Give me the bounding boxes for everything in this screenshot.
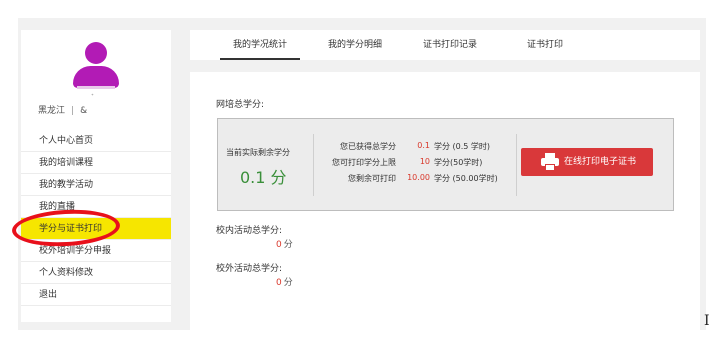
text-cursor-icon: I (704, 313, 710, 329)
total-credits-label: 网培总学分: (216, 100, 265, 110)
outside-credits-value: 0 (276, 278, 282, 288)
earned-credits-label: 您已获得总学分 (340, 142, 396, 151)
school-credits-value: 0 (276, 240, 282, 250)
printable-remaining-unit: 学分 (50.00学时) (434, 174, 498, 183)
avatar-head (85, 42, 107, 64)
user-info: 黑龙江 | & (38, 103, 87, 116)
avatar-underline (77, 86, 115, 89)
user-separator: | (71, 106, 75, 116)
tab-print-records[interactable]: 证书打印记录 (410, 30, 490, 60)
printable-remaining-value: 10.00 (407, 173, 430, 182)
print-certificate-button[interactable]: 在线打印电子证书 (521, 148, 653, 176)
printable-remaining-label: 您剩余可打印 (348, 174, 396, 183)
print-limit-row: 您可打印学分上限 10 学分(50学时) (306, 157, 516, 169)
sidebar-item-profile[interactable]: 个人资料修改 (21, 262, 171, 284)
print-limit-label: 您可打印学分上限 (332, 158, 396, 167)
sidebar-item-logout[interactable]: 退出 (21, 284, 171, 306)
tab-study-stats[interactable]: 我的学况统计 (220, 30, 300, 60)
avatar[interactable] (71, 40, 121, 90)
sidebar-menu: 个人中心首页 我的培训课程 我的教学活动 我的直播 学分与证书打印 校外培训学分… (21, 130, 171, 306)
remain-credits-value: 0.1 分 (240, 168, 287, 187)
earned-credits-unit: 学分 (0.5 学时) (434, 142, 491, 151)
outside-credits-unit: 分 (283, 278, 293, 288)
earned-credits-row: 您已获得总学分 0.1 学分 (0.5 学时) (306, 141, 516, 153)
school-credits-unit: 分 (283, 240, 293, 250)
printer-icon (541, 153, 559, 171)
earned-credits-value: 0.1 (417, 141, 430, 150)
divider (516, 134, 517, 196)
sidebar-item-courses[interactable]: 我的培训课程 (21, 152, 171, 174)
sidebar-item-credits[interactable]: 学分与证书打印 (21, 218, 171, 240)
main-panel: 网培总学分: 当前实际剩余学分 0.1 分 您已获得总学分 0.1 学分 (0.… (190, 72, 700, 330)
printable-remaining-row: 您剩余可打印 10.00 学分 (50.00学时) (306, 173, 516, 185)
sidebar-item-teaching[interactable]: 我的教学活动 (21, 174, 171, 196)
outside-credits-label: 校外活动总学分: (216, 264, 283, 274)
tab-credit-details[interactable]: 我的学分明细 (315, 30, 395, 60)
remain-credits-label: 当前实际剩余学分 (226, 148, 290, 157)
user-name: & (80, 106, 88, 116)
school-credits-label: 校内活动总学分: (216, 226, 283, 236)
print-certificate-label: 在线打印电子证书 (564, 157, 637, 167)
tab-bar: 我的学况统计 我的学分明细 证书打印记录 证书打印 (190, 30, 700, 60)
outside-credits: 0分 (276, 275, 293, 288)
sidebar-item-external-credits[interactable]: 校外培训学分申报 (21, 240, 171, 262)
avatar-caption: ᐩ (91, 92, 94, 100)
tab-certificate-print[interactable]: 证书打印 (505, 30, 585, 60)
stats-box: 当前实际剩余学分 0.1 分 您已获得总学分 0.1 学分 (0.5 学时) 您… (217, 118, 674, 211)
sidebar-item-home[interactable]: 个人中心首页 (21, 130, 171, 152)
print-limit-value: 10 (419, 157, 430, 166)
printer-icon-paper (545, 164, 555, 171)
sidebar: ᐩ 黑龙江 | & 个人中心首页 我的培训课程 我的教学活动 我的直播 学分与证书打… (21, 30, 171, 322)
sidebar-item-live[interactable]: 我的直播 (21, 196, 171, 218)
avatar-body (73, 66, 119, 88)
user-region: 黑龙江 (38, 106, 66, 116)
school-credits: 0分 (276, 237, 293, 250)
print-limit-unit: 学分(50学时) (434, 158, 483, 167)
